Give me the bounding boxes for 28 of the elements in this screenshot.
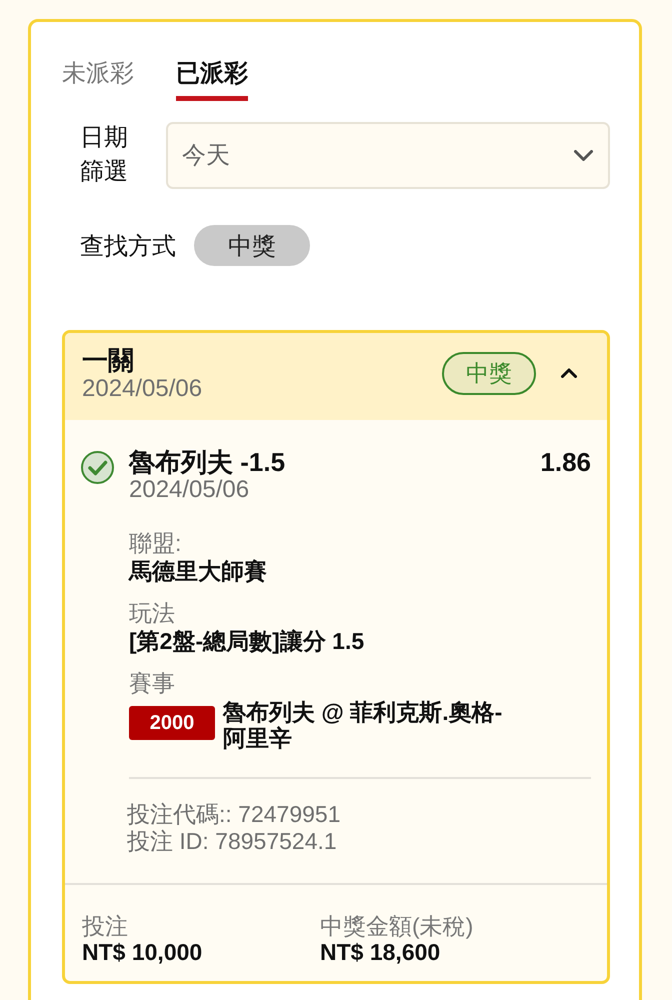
detail-label: 賽事: [129, 669, 176, 697]
detail-value: [第2盤-總局數]讓分 1.5: [129, 627, 366, 655]
tab[interactable]: 未派彩: [62, 59, 134, 101]
bet-reference: 投注 ID: 78957524.1: [127, 828, 338, 855]
selection-name: 魯布列夫 -1.5: [129, 447, 286, 477]
tab[interactable]: 已派彩: [176, 59, 248, 101]
detail-label: 聯盟:: [129, 529, 182, 557]
filter-chip[interactable]: 中獎: [194, 225, 310, 266]
detail-value: 魯布列夫 @ 菲利克斯.奧格-阿里辛: [223, 699, 504, 751]
odds: 1.86: [540, 447, 591, 477]
summary-label: 投注: [82, 913, 129, 939]
bet-type: 一關: [82, 344, 135, 376]
summary-label: 中獎金額(未稅): [320, 913, 474, 939]
detail-value: 馬德里大師賽: [129, 557, 268, 585]
caret-up-icon: [561, 368, 577, 378]
date-dropdown[interactable]: 今天: [166, 122, 610, 188]
event-code: 2000: [129, 706, 215, 740]
date-filter-label: 日期篩選: [80, 123, 129, 187]
summary-value: NT$ 10,000: [82, 939, 204, 965]
bet-reference: 投注代碼:: 72479951: [127, 801, 342, 828]
bet-date: 2024/05/06: [82, 376, 202, 402]
collapse-button[interactable]: [561, 368, 577, 378]
selection-date: 2024/05/06: [129, 477, 250, 503]
detail-label: 玩法: [129, 599, 176, 627]
chevron-down-icon: [574, 150, 593, 160]
summary-value: NT$ 18,600: [320, 939, 442, 965]
search-mode-label: 查找方式: [80, 232, 176, 262]
status-badge: 中獎: [442, 352, 536, 394]
